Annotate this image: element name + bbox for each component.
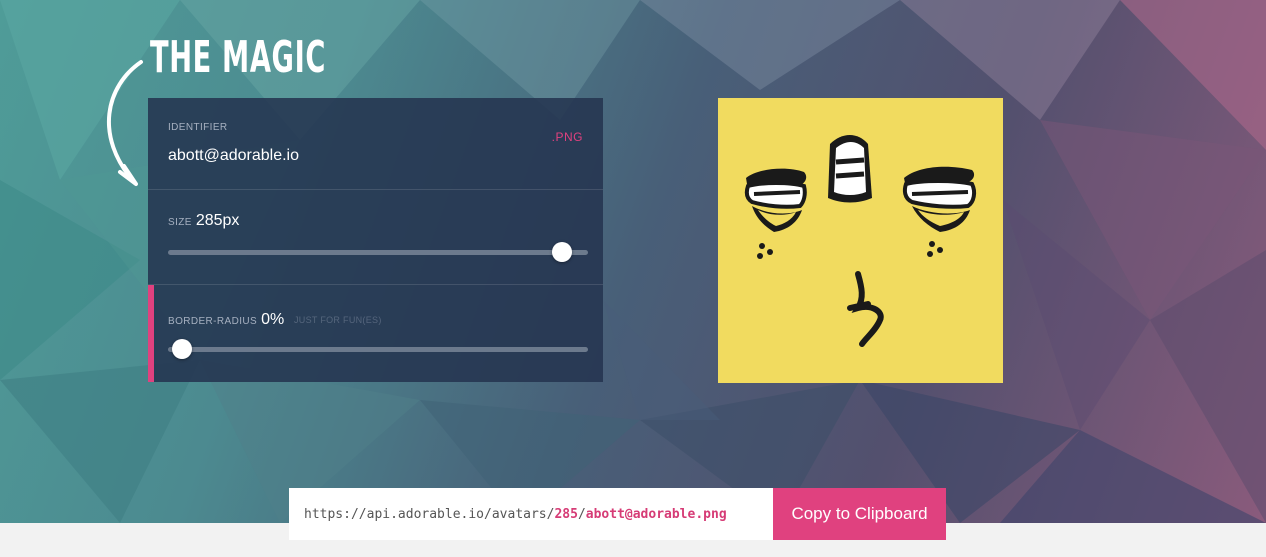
size-slider-thumb[interactable] bbox=[552, 242, 572, 262]
size-label-text: SIZE bbox=[168, 217, 192, 228]
right-eye-icon bbox=[902, 166, 977, 257]
border-radius-slider[interactable] bbox=[168, 339, 588, 359]
border-radius-value: 0% bbox=[261, 311, 285, 328]
identifier-input[interactable]: abott@adorable.io bbox=[168, 147, 299, 165]
border-radius-label-text: BORDER-RADIUS bbox=[168, 316, 258, 327]
copy-to-clipboard-button[interactable]: Copy to Clipboard bbox=[773, 488, 946, 540]
extension-label: .PNG bbox=[551, 130, 583, 144]
url-bar: https://api.adorable.io/avatars/285/abot… bbox=[289, 488, 946, 540]
left-eye-icon bbox=[744, 168, 807, 259]
size-value: 285px bbox=[195, 212, 240, 229]
border-radius-row: JUST FOR FUN(ES) BORDER-RADIUS 0% bbox=[148, 285, 603, 382]
active-row-accent bbox=[148, 285, 154, 382]
mouth-icon bbox=[847, 271, 884, 347]
avatar-settings-panel: IDENTIFIER abott@adorable.io .PNG SIZE 28… bbox=[148, 98, 603, 382]
url-prefix: https://api.adorable.io/avatars/ bbox=[304, 506, 555, 522]
magic-title: THE MAGIC bbox=[150, 32, 326, 83]
avatar-url-field[interactable]: https://api.adorable.io/avatars/285/abot… bbox=[289, 488, 773, 540]
border-radius-slider-thumb[interactable] bbox=[172, 339, 192, 359]
border-radius-label: BORDER-RADIUS 0% bbox=[168, 311, 284, 329]
identifier-label: IDENTIFIER bbox=[168, 122, 228, 133]
url-size: 285 bbox=[554, 506, 578, 522]
avatar-face-image bbox=[744, 135, 977, 347]
url-separator: / bbox=[577, 506, 586, 522]
center-mark-icon bbox=[828, 135, 872, 203]
size-label: SIZE 285px bbox=[168, 212, 239, 230]
size-row: SIZE 285px bbox=[148, 190, 603, 285]
avatar-preview bbox=[718, 98, 1003, 383]
identifier-row[interactable]: IDENTIFIER abott@adorable.io .PNG bbox=[148, 98, 603, 190]
url-identifier: abott@adorable.png bbox=[585, 506, 727, 522]
hero-background: THE MAGIC IDENTIFIER abott@adorable.io .… bbox=[0, 0, 1266, 523]
size-slider[interactable] bbox=[168, 242, 588, 262]
border-radius-hint: JUST FOR FUN(ES) bbox=[294, 315, 382, 325]
